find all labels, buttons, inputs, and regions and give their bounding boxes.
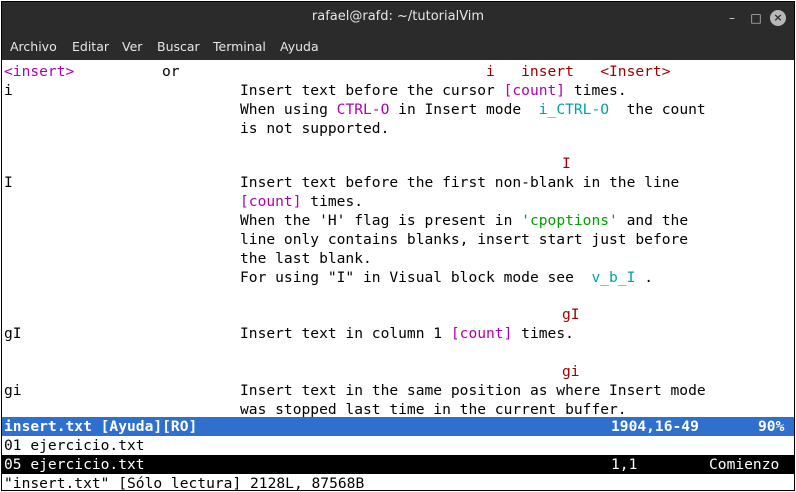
v-b-i-link[interactable]: v_b_I [583,269,645,286]
status-file: 05 ejercicio.txt [4,456,145,473]
help-line: I Insert text before the first non-blank … [4,174,680,191]
cpoptions-link[interactable]: 'cpoptions' [521,212,618,229]
status-line-active[interactable]: insert.txt [Ayuda][RO] 1904,16-49 90% [2,417,794,436]
count-link[interactable]: [count] [451,325,513,342]
menu-bar: Archivo Editar Ver Buscar Terminal Ayuda [2,34,794,60]
menu-terminal[interactable]: Terminal [213,39,266,54]
status-percent: Comienzo [709,456,780,473]
close-icon[interactable]: × [770,10,786,26]
tag-insert: <insert> [4,63,75,80]
count-link[interactable]: [count] [240,193,302,210]
status-file: insert.txt [Ayuda][RO] [4,418,198,435]
menu-archivo[interactable]: Archivo [10,39,57,54]
status-position: 1904,16-49 [611,418,699,435]
help-tags: i insert <Insert> [486,63,671,80]
terminal-window: rafael@rafd: ~/tutorialVim – □ × Archivo… [1,1,795,491]
menu-editar[interactable]: Editar [72,39,109,54]
buffer-line: 01 ejercicio.txt [4,437,145,454]
i-ctrl-o-link[interactable]: i_CTRL-O [530,101,618,118]
status-position: 1,1 [611,456,638,473]
count-link[interactable]: [count] [504,82,566,99]
status-line-inactive[interactable]: 05 ejercicio.txt 1,1 Comienzo [2,455,794,474]
title-bar[interactable]: rafael@rafd: ~/tutorialVim – □ × [2,2,794,34]
vim-editor[interactable]: <insert> or i insert <Insert> i Insert text… [2,60,794,490]
minimize-icon[interactable]: – [724,10,740,26]
help-line: gI Insert text in column 1 [count] times. [4,325,574,342]
menu-ver[interactable]: Ver [122,39,142,54]
menu-ayuda[interactable]: Ayuda [280,39,319,54]
window-title: rafael@rafd: ~/tutorialVim [311,9,485,24]
help-line: gi Insert text in the same position as wh… [4,382,706,399]
status-percent: 90% [758,418,785,435]
maximize-icon[interactable]: □ [748,10,764,26]
command-line[interactable]: "insert.txt" [Sólo lectura] 2128L, 87568… [4,474,364,490]
menu-buscar[interactable]: Buscar [157,39,200,54]
help-line: i Insert text before the cursor [count] t… [4,82,627,99]
help-line: <insert> or i insert <Insert> [4,63,671,80]
